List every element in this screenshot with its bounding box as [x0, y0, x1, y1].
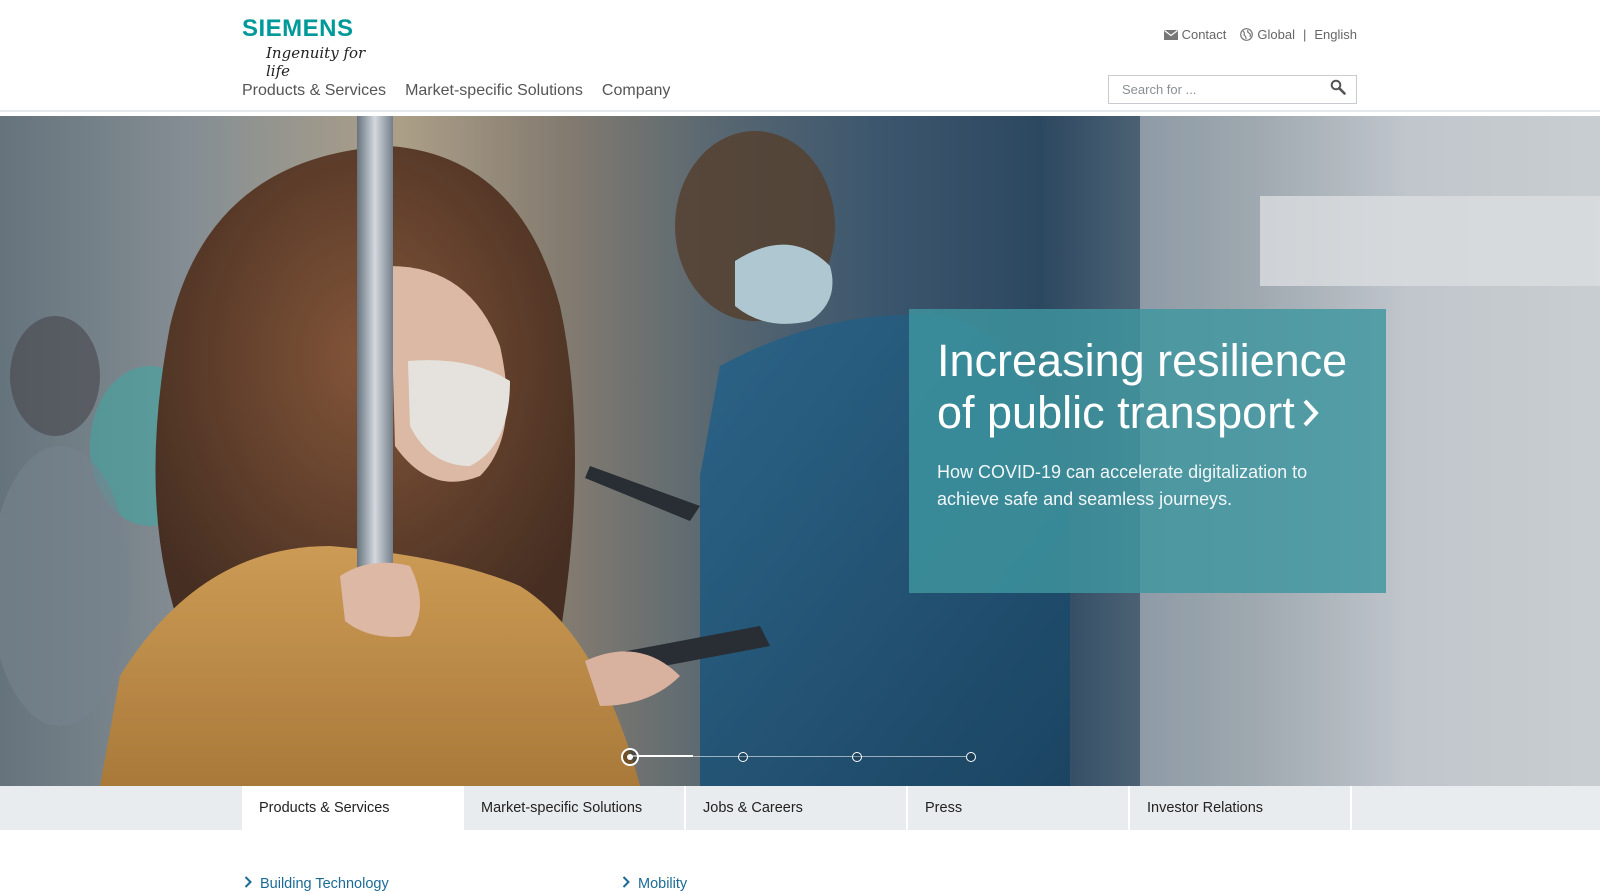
- logo-tagline: Ingenuity for life: [266, 44, 366, 80]
- contact-label: Contact: [1181, 27, 1227, 42]
- tab-products-services[interactable]: Products & Services: [242, 786, 464, 830]
- search-icon: [1330, 79, 1346, 100]
- search-button[interactable]: [1321, 76, 1355, 103]
- meta-separator: |: [1302, 27, 1307, 42]
- tab-jobs-careers[interactable]: Jobs & Careers: [686, 786, 908, 830]
- hero-carousel: Increasing resilience of public transpor…: [0, 116, 1600, 786]
- hero-title-link[interactable]: Increasing resilience of public transpor…: [937, 335, 1358, 439]
- link-building-technology[interactable]: Building Technology: [244, 876, 622, 892]
- tab-market-specific-solutions[interactable]: Market-specific Solutions: [464, 786, 686, 830]
- carousel-dot-4[interactable]: [966, 752, 976, 762]
- nav-market-specific-solutions[interactable]: Market-specific Solutions: [405, 82, 583, 100]
- envelope-icon: [1163, 29, 1178, 40]
- logo-wordmark: SIEMENS: [242, 15, 354, 42]
- region-label: Global: [1257, 27, 1295, 42]
- language-label: English: [1314, 27, 1357, 42]
- category-links: Building Technology Mobility: [244, 876, 687, 892]
- main-navigation: Products & Services Market-specific Solu…: [242, 82, 670, 100]
- carousel-dot-1[interactable]: [621, 748, 639, 766]
- nav-products-services[interactable]: Products & Services: [242, 82, 386, 100]
- search-input[interactable]: [1109, 76, 1321, 103]
- language-selector[interactable]: Global | English: [1240, 27, 1357, 42]
- hero-title: Increasing resilience of public transpor…: [937, 335, 1348, 438]
- carousel-pagination: [621, 747, 976, 767]
- chevron-right-icon: [622, 876, 630, 892]
- link-label: Mobility: [638, 876, 688, 892]
- section-tabs: Products & Services Market-specific Solu…: [242, 786, 1352, 830]
- tab-investor-relations[interactable]: Investor Relations: [1130, 786, 1352, 830]
- hero-subtitle: How COVID-19 can accelerate digitalizati…: [937, 462, 1308, 509]
- carousel-dot-3[interactable]: [852, 752, 862, 762]
- link-label: Building Technology: [260, 876, 389, 892]
- carousel-dot-2[interactable]: [738, 752, 748, 762]
- siemens-logo[interactable]: SIEMENS Ingenuity for life: [242, 15, 392, 81]
- contact-link[interactable]: Contact: [1163, 27, 1227, 42]
- section-tab-bar: Products & Services Market-specific Solu…: [0, 786, 1600, 830]
- globe-icon: [1240, 28, 1254, 41]
- site-header: SIEMENS Ingenuity for life Contact Globa…: [0, 0, 1600, 112]
- chevron-right-icon: [1301, 387, 1321, 439]
- search-box: [1108, 75, 1357, 104]
- link-mobility[interactable]: Mobility: [622, 876, 687, 892]
- chevron-right-icon: [244, 876, 252, 892]
- hero-caption-box: Increasing resilience of public transpor…: [909, 309, 1386, 593]
- meta-links: Contact Global | English: [1163, 27, 1357, 42]
- nav-company[interactable]: Company: [602, 82, 670, 100]
- tab-press[interactable]: Press: [908, 786, 1130, 830]
